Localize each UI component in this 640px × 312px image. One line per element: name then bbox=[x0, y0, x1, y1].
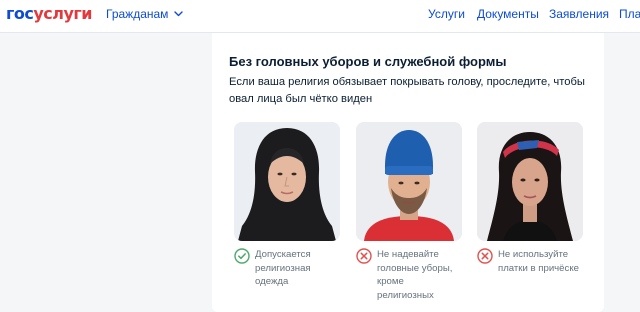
check-circle-icon bbox=[234, 248, 250, 264]
caption-text: Не надевайте головные уборы, кроме религ… bbox=[377, 249, 453, 301]
citizens-label: Гражданам bbox=[106, 7, 169, 21]
chevron-down-icon bbox=[174, 11, 184, 17]
nav-link-services[interactable]: Услуги bbox=[428, 6, 465, 22]
nav-link-applications[interactable]: Заявления bbox=[549, 6, 609, 22]
top-navigation-bar: госуслуги Гражданам Услуги Документы Зая… bbox=[0, 0, 640, 33]
section-description: Если ваша религия обязывает покрывать го… bbox=[229, 76, 585, 105]
example-photo-hijab bbox=[234, 122, 340, 241]
example-photo-beanie bbox=[356, 122, 462, 241]
gosuslugi-logo[interactable]: госуслуги bbox=[6, 5, 92, 23]
example-caption-forbidden-scarf: Не используйте платки в причёске bbox=[477, 248, 596, 275]
section-title: Без головных уборов и служебной формы bbox=[229, 54, 507, 69]
citizens-dropdown[interactable]: Гражданам bbox=[106, 6, 184, 22]
nav-link-payments[interactable]: Плат bbox=[619, 6, 640, 22]
cross-circle-icon bbox=[477, 248, 493, 264]
example-caption-allowed: Допускается религиозная одежда bbox=[234, 248, 325, 289]
nav-link-documents[interactable]: Документы bbox=[477, 6, 539, 22]
caption-text: Не используйте платки в причёске bbox=[498, 249, 579, 274]
example-photo-headscarf-in-hair bbox=[477, 122, 583, 241]
example-caption-forbidden-headwear: Не надевайте головные уборы, кроме религ… bbox=[356, 248, 459, 302]
cross-circle-icon bbox=[356, 248, 372, 264]
caption-text: Допускается религиозная одежда bbox=[255, 249, 311, 287]
